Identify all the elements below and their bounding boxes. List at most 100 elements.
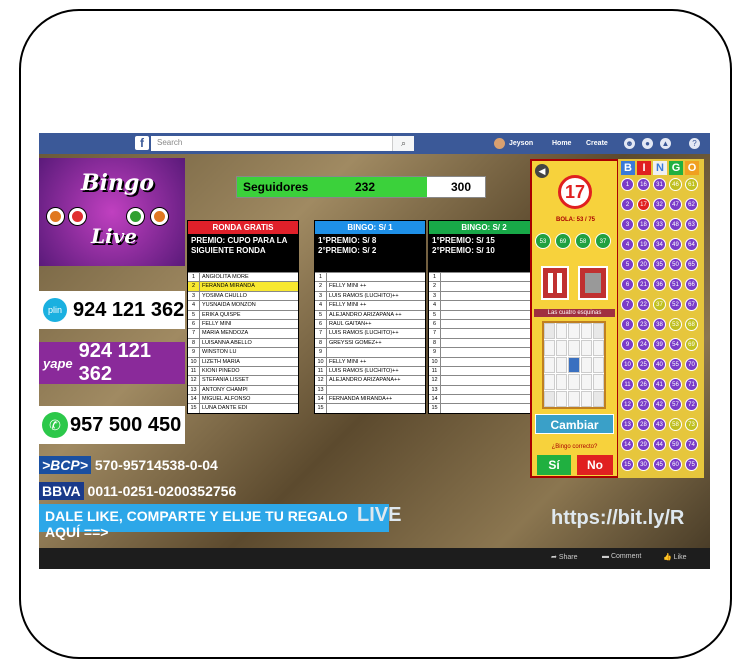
pattern-cell xyxy=(544,340,556,356)
grid-ball: 45 xyxy=(653,458,666,471)
table-row: 6 RAUL GAITAN++ xyxy=(315,318,425,329)
table-bingo-s2: BINGO: S/ 2 1°PREMIO: S/ 15 2°PREMIO: S/… xyxy=(428,220,540,414)
home-link[interactable]: Home xyxy=(552,133,571,154)
row-name xyxy=(441,348,443,356)
row-number: 6 xyxy=(188,319,200,329)
stop-button[interactable] xyxy=(578,266,608,300)
row-name xyxy=(441,395,443,403)
grid-ball: 75 xyxy=(685,458,698,471)
row-name: FERANDA MIRANDA xyxy=(202,283,255,290)
yape-icon: yape xyxy=(43,355,73,371)
row-number: 6 xyxy=(429,319,441,329)
grid-ball: 70 xyxy=(685,358,698,371)
table-row: 8 LUISANNA ABELLO xyxy=(188,337,298,348)
plin-payment: plin 924 121 362 xyxy=(39,291,185,329)
followers-counter: Seguidores 232 300 xyxy=(236,176,486,198)
create-link[interactable]: Create xyxy=(586,133,608,154)
row-number: 9 xyxy=(429,348,441,357)
grid-ball: 74 xyxy=(685,438,698,451)
row-number: 12 xyxy=(315,376,327,385)
grid-ball: 1 xyxy=(621,178,634,191)
like-button[interactable]: 👍 Like xyxy=(663,553,687,561)
row-name: FERNANDA MIRANDA++ xyxy=(329,396,393,403)
cambiar-button[interactable]: Cambiar xyxy=(535,414,614,434)
pattern-cell xyxy=(556,391,568,407)
avatar[interactable] xyxy=(494,138,505,149)
messenger-icon[interactable]: ● xyxy=(642,138,653,149)
notifications-icon[interactable]: ▲ xyxy=(660,138,671,149)
banner-text: DALE LIKE, COMPARTE Y ELIJE TU REGALO AQ… xyxy=(45,508,348,540)
table-row: 7 MARIA MENDOZA xyxy=(188,328,298,338)
video-action-bar: ➦ Share ▬ Comment 👍 Like xyxy=(39,548,710,569)
table-row: 14 xyxy=(429,394,539,404)
help-icon[interactable]: ? xyxy=(689,138,700,149)
row-number: 12 xyxy=(429,376,441,385)
search-icon[interactable]: ⌕ xyxy=(392,136,414,151)
plin-number: 924 121 362 xyxy=(73,298,185,321)
table-row: 9 WINSTON LU xyxy=(188,347,298,357)
row-number: 3 xyxy=(188,291,200,301)
grid-ball: 64 xyxy=(685,238,698,251)
bcp-account: >BCP> 570-95714538-0-04 xyxy=(39,456,269,477)
row-name: KIONI PINEDO xyxy=(202,367,240,374)
live-video[interactable]: ‹ Bingo Live plin 924 121 362 yape 924 1… xyxy=(39,154,710,548)
no-button[interactable]: No xyxy=(577,455,613,475)
comment-button[interactable]: ▬ Comment xyxy=(602,553,641,560)
grid-ball: 7 xyxy=(621,298,634,311)
row-number: 7 xyxy=(429,329,441,338)
grid-ball: 5 xyxy=(621,258,634,271)
yape-payment: yape 924 121 362 xyxy=(39,340,185,385)
facebook-logo-icon[interactable]: f xyxy=(135,136,149,150)
bcp-number: 570-95714538-0-04 xyxy=(94,457,218,473)
row-name: WINSTON LU xyxy=(202,349,237,356)
table-row: 4 FELLY MINI ++ xyxy=(315,300,425,310)
grid-ball: 18 xyxy=(637,218,650,231)
table-row: 3 YOSIMA CHULLO xyxy=(188,290,298,301)
table-header: BINGO: S/ 1 xyxy=(315,221,425,234)
called-balls-grid: B I N G O 1 16 31 46 61 2 17 32 47 62 3 18 33 48 63 4 19 34 49 6… xyxy=(618,159,704,478)
grid-ball: 29 xyxy=(637,438,650,451)
table-row: 5 ALEJANDRO ARIZAPANA ++ xyxy=(315,309,425,319)
row-name: ALEJANDRO ARIZAPANA++ xyxy=(329,377,401,384)
row-number: 15 xyxy=(315,404,327,413)
grid-ball: 16 xyxy=(637,178,650,191)
row-number: 2 xyxy=(188,282,200,291)
grid-ball: 12 xyxy=(621,398,634,411)
row-number: 11 xyxy=(315,366,327,376)
grid-ball: 63 xyxy=(685,218,698,231)
row-name xyxy=(441,339,443,347)
pattern-cell xyxy=(592,391,604,407)
whatsapp-number: 957 500 450 xyxy=(70,413,182,436)
back-icon[interactable]: ◀ xyxy=(535,164,549,178)
grid-ball: 38 xyxy=(653,318,666,331)
table-row: 14 FERNANDA MIRANDA++ xyxy=(315,394,425,404)
bingo-letter: I xyxy=(637,161,651,175)
yes-button[interactable]: Sí xyxy=(537,455,571,475)
grid-ball: 61 xyxy=(685,178,698,191)
grid-ball: 41 xyxy=(653,378,666,391)
search-input[interactable]: Search xyxy=(151,136,414,151)
profile-link[interactable]: Jeyson xyxy=(509,133,533,154)
row-number: 10 xyxy=(188,357,200,366)
grid-ball: 19 xyxy=(637,238,650,251)
pause-button[interactable] xyxy=(541,266,569,300)
pattern-cell xyxy=(580,374,592,390)
bingo-letter: N xyxy=(653,161,667,175)
grid-ball: 57 xyxy=(669,398,682,411)
logo-ball xyxy=(127,208,144,225)
row-number: 5 xyxy=(315,310,327,319)
friends-icon[interactable]: ☻ xyxy=(624,138,635,149)
grid-ball: 44 xyxy=(653,438,666,451)
grid-ball: 14 xyxy=(621,438,634,451)
row-number: 5 xyxy=(429,310,441,319)
row-name: YUSNAIDA MONZON xyxy=(202,302,256,309)
table-row: 10 FELLY MINI ++ xyxy=(315,356,425,366)
table-row: 3 xyxy=(429,290,539,301)
row-name: FELLY MINI xyxy=(202,320,232,327)
pattern-cell xyxy=(580,391,592,407)
table-premio: 1°PREMIO: S/ 8 2°PREMIO: S/ 2 xyxy=(315,234,425,272)
share-button[interactable]: ➦ Share xyxy=(551,553,578,561)
table-row: 11 xyxy=(429,365,539,376)
pattern-cell xyxy=(544,374,556,390)
row-name xyxy=(441,311,443,319)
